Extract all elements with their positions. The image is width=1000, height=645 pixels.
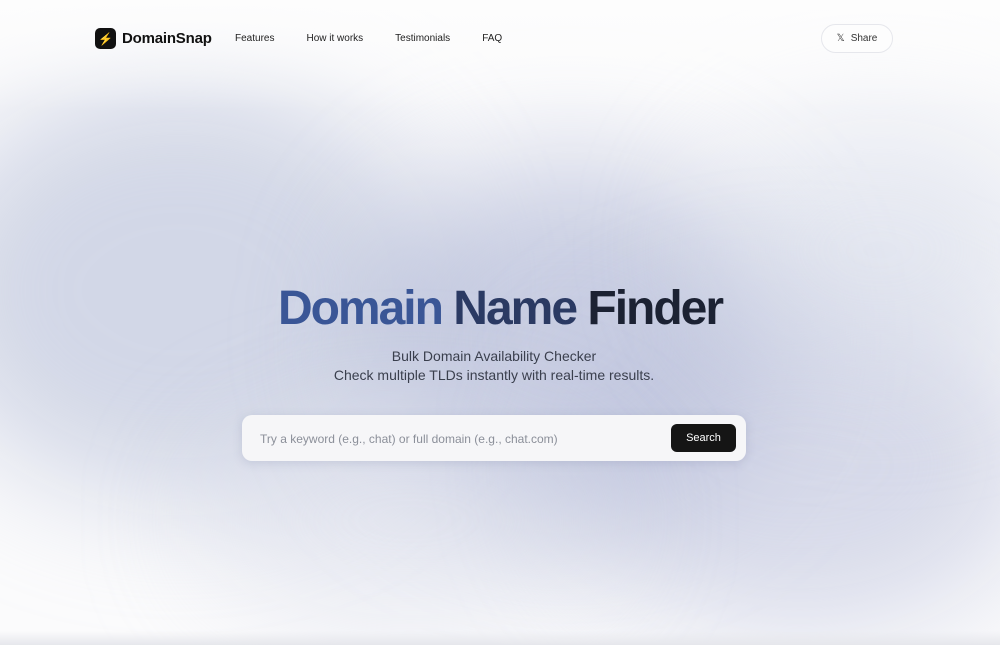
main-nav: Features How it works Testimonials FAQ — [235, 33, 502, 44]
share-button[interactable]: 𝕏 Share — [821, 24, 893, 53]
hero-title-word-2: Name — [453, 282, 578, 335]
hero-title: Domain Name Finder — [0, 280, 1000, 338]
subtitle-line-1: Bulk Domain Availability Checker — [391, 348, 597, 364]
nav-features[interactable]: Features — [235, 33, 274, 44]
x-logo-icon: 𝕏 — [836, 33, 845, 44]
share-label: Share — [850, 33, 878, 44]
page: ⚡ DomainSnap Features How it works Testi… — [0, 0, 1000, 645]
brand-link[interactable]: ⚡ DomainSnap — [95, 28, 212, 49]
nav-testimonials[interactable]: Testimonials — [395, 33, 450, 44]
background-fade — [0, 631, 1000, 645]
search-button[interactable]: Search — [671, 424, 736, 452]
subtitle-line-2: Check multiple TLDs instantly with real-… — [333, 367, 655, 383]
hero-title-word-1: Domain — [277, 282, 444, 335]
nav-faq[interactable]: FAQ — [482, 33, 502, 44]
search-bar: Search — [242, 415, 746, 461]
brand-name: DomainSnap — [122, 30, 212, 47]
search-input[interactable] — [258, 428, 662, 450]
nav-how-it-works[interactable]: How it works — [306, 33, 363, 44]
hero-subtitle: Bulk Domain Availability Checker Check m… — [0, 347, 988, 385]
site-header: ⚡ DomainSnap Features How it works Testi… — [0, 0, 1000, 78]
hero-title-word-3: Finder — [587, 282, 724, 335]
lightning-icon: ⚡ — [95, 28, 116, 49]
